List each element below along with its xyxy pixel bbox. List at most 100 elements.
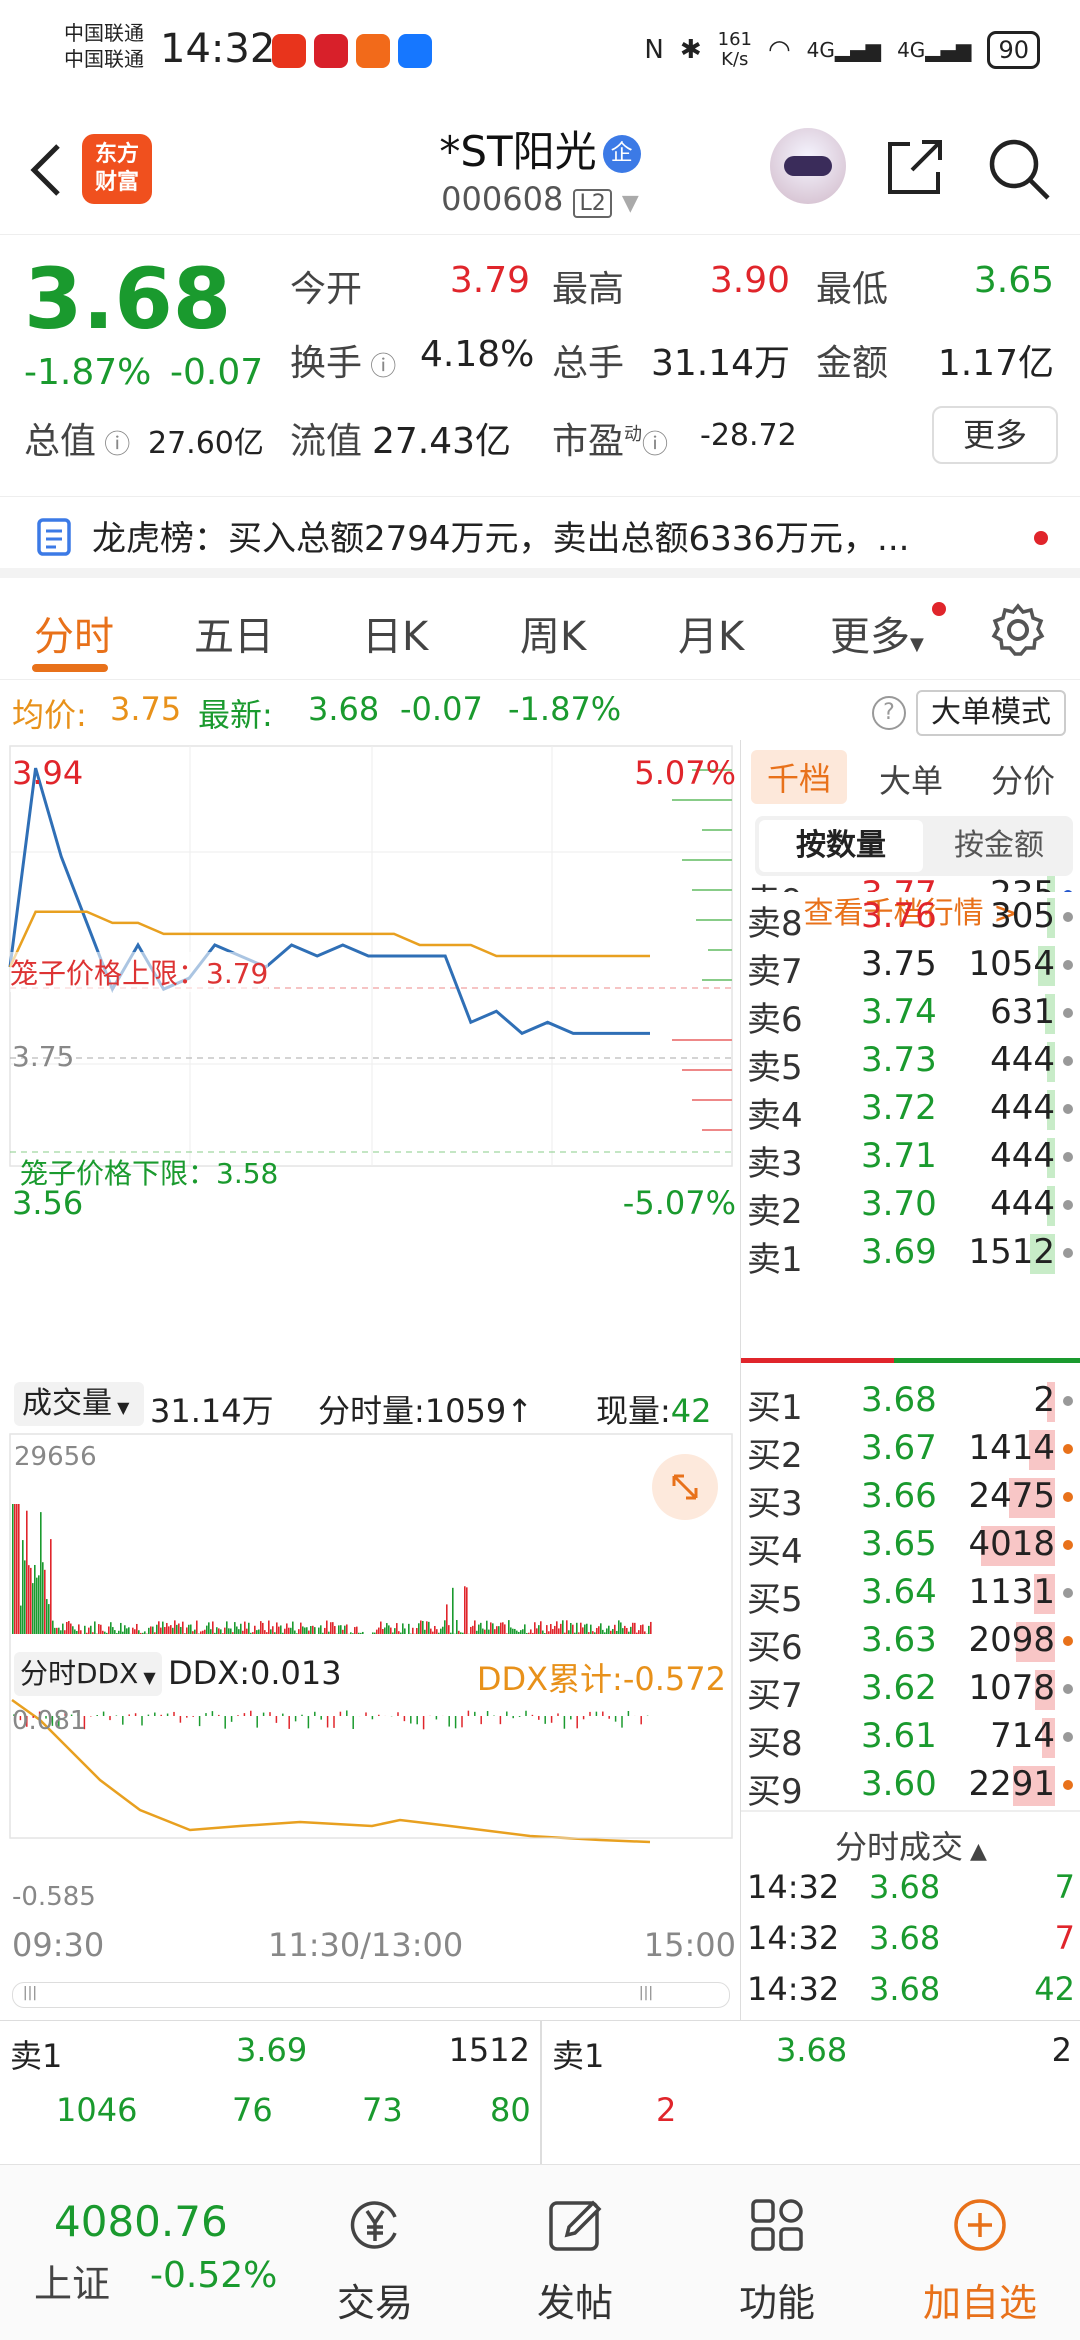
dragon-tiger-banner[interactable]: 龙虎榜：买入总额2794万元，卖出总额6336万元，... xyxy=(0,496,1080,578)
volume-bar xyxy=(18,1504,20,1634)
volume-bar xyxy=(544,1633,546,1634)
strip-left-label: 卖1 xyxy=(10,2037,63,2075)
volume-bar xyxy=(378,1627,380,1634)
mktcap-label[interactable]: 总值 ⓘ xyxy=(24,412,130,464)
volume-bar xyxy=(374,1632,376,1634)
volume-bar xyxy=(404,1628,406,1634)
ask-row[interactable]: 卖5 3.73 444 xyxy=(741,1036,1080,1088)
index-value: 4080.76 xyxy=(54,2197,228,2246)
range-handle-left[interactable]: ||| xyxy=(17,1985,43,2005)
bid-row[interactable]: 买4 3.65 4018 xyxy=(741,1520,1080,1572)
bid-row[interactable]: 买7 3.62 1078 xyxy=(741,1664,1080,1716)
by-amount-button[interactable]: 按金额 xyxy=(925,820,1073,872)
share-button[interactable] xyxy=(882,134,948,200)
volume-bar xyxy=(608,1625,610,1634)
signal-1: 4G▂▄▆ xyxy=(806,38,882,62)
volume-bar xyxy=(292,1621,294,1634)
volume-bar xyxy=(78,1624,80,1634)
bid-row[interactable]: 买2 3.67 1414 xyxy=(741,1424,1080,1476)
volume-bar xyxy=(178,1623,180,1634)
nav-post[interactable]: 发帖 xyxy=(510,2165,640,2340)
by-quantity-button[interactable]: 按数量 xyxy=(759,820,923,872)
tab-intraday[interactable]: 分时 xyxy=(34,604,114,662)
volume-bar xyxy=(240,1623,242,1634)
ask-row[interactable]: 卖8 3.76 305 xyxy=(741,892,1080,944)
bid-row[interactable]: 买1 3.68 2 xyxy=(741,1376,1080,1428)
volume-bar xyxy=(518,1631,520,1634)
volume-bar xyxy=(42,1562,44,1634)
volume-bar xyxy=(334,1626,336,1634)
volume-bar xyxy=(284,1628,286,1634)
ask-row[interactable]: 卖7 3.75 1054 xyxy=(741,940,1080,992)
tab-weekly-k[interactable]: 周K xyxy=(520,604,586,662)
help-icon[interactable]: ? xyxy=(872,696,906,730)
level-qty: 444 xyxy=(990,1040,1055,1081)
volume-bar xyxy=(386,1623,388,1634)
index-ticker[interactable]: 4080.76 上证 -0.52% xyxy=(0,2165,300,2340)
tab-daily-k[interactable]: 日K xyxy=(362,604,428,662)
volume-bar xyxy=(122,1631,124,1634)
volume-bar xyxy=(326,1620,328,1634)
ask-row[interactable]: 卖6 3.74 631 xyxy=(741,988,1080,1040)
strip-order: 80 xyxy=(490,2091,531,2129)
level-qty: 2 xyxy=(1033,1380,1055,1420)
bid-row[interactable]: 买8 3.61 714 xyxy=(741,1712,1080,1764)
tab-thousand-level[interactable]: 千档 xyxy=(751,750,848,804)
volume-bar xyxy=(46,1599,48,1634)
intraday-chart[interactable]: 3.94 5.07% 笼子价格上限：3.79 3.75 笼子价格下限：3.58 … xyxy=(0,740,740,2020)
pe-label[interactable]: 市盈动ⓘ xyxy=(552,412,668,464)
volume-bar xyxy=(116,1633,118,1634)
volume-bar xyxy=(464,1586,466,1634)
tab-price-distribution[interactable]: 分价 xyxy=(991,756,1055,802)
ask-row[interactable]: 卖4 3.72 444 xyxy=(741,1084,1080,1136)
strip-order: 73 xyxy=(362,2091,403,2129)
volume-bar xyxy=(482,1628,484,1634)
ask-row[interactable]: 卖9 3.77 235 xyxy=(741,870,1080,892)
bid-row[interactable]: 买3 3.66 2475 xyxy=(741,1472,1080,1524)
level-dot xyxy=(1063,1396,1073,1406)
ticks-title[interactable]: 分时成交 ▲ xyxy=(741,1822,1080,1868)
nav-trade[interactable]: 交易 xyxy=(310,2165,440,2340)
ddx-selector[interactable]: 分时DDX ▼ xyxy=(14,1652,162,1696)
volume-bar xyxy=(448,1625,450,1634)
big-order-mode-button[interactable]: 大单模式 xyxy=(916,690,1066,736)
volume-bar xyxy=(296,1633,298,1634)
volume-bar xyxy=(628,1631,630,1634)
tick-volume: 42 xyxy=(1034,1970,1075,2008)
nav-add-watchlist[interactable]: 加自选 xyxy=(900,2165,1060,2340)
tab-big-order[interactable]: 大单 xyxy=(879,756,943,802)
ask-row[interactable]: 卖3 3.71 444 xyxy=(741,1132,1080,1184)
status-bar: 中国联通 中国联通 14:32 N ✱ 161 K/s ◠ 4G▂▄▆ 4G▂▄▆… xyxy=(0,0,1080,100)
turnover-label[interactable]: 换手 ⓘ xyxy=(290,334,396,386)
tab-5day[interactable]: 五日 xyxy=(194,604,274,662)
volume-bar xyxy=(142,1632,144,1634)
range-slider[interactable]: ||| ||| xyxy=(12,1982,730,2008)
volume-selector[interactable]: 成交量 ▼ xyxy=(14,1382,144,1426)
volume-bar xyxy=(574,1632,576,1634)
range-handle-right[interactable]: ||| xyxy=(633,1985,659,2005)
volume-bar xyxy=(344,1625,346,1634)
more-button[interactable]: 更多 xyxy=(932,406,1058,464)
search-button[interactable] xyxy=(984,134,1054,204)
index-name: 上证 xyxy=(34,2262,111,2306)
bid-row[interactable]: 买6 3.63 2098 xyxy=(741,1616,1080,1668)
ask-row[interactable]: 卖1 3.69 1512 xyxy=(741,1228,1080,1280)
nav-functions[interactable]: 功能 xyxy=(712,2165,842,2340)
strip-right-price: 3.68 xyxy=(776,2031,848,2069)
settings-gear-icon[interactable] xyxy=(990,602,1046,658)
bid-row[interactable]: 买9 3.60 2291 xyxy=(741,1760,1080,1812)
assistant-avatar[interactable] xyxy=(770,128,846,204)
volume-bar xyxy=(568,1630,570,1634)
volume-bar xyxy=(302,1626,304,1634)
tab-more[interactable]: 更多▼ xyxy=(830,604,924,662)
bid-row[interactable]: 买5 3.64 1131 xyxy=(741,1568,1080,1620)
level-dot xyxy=(1063,1200,1073,1211)
open-value: 3.79 xyxy=(449,260,530,301)
tab-monthly-k[interactable]: 月K xyxy=(678,604,744,662)
expand-button[interactable] xyxy=(652,1454,718,1520)
volume-bar xyxy=(630,1626,632,1634)
ddx-value: DDX:0.013 xyxy=(168,1654,342,1692)
nav-functions-label: 功能 xyxy=(738,2281,815,2325)
ask-row[interactable]: 卖2 3.70 444 xyxy=(741,1180,1080,1232)
level-price: 3.63 xyxy=(861,1620,937,1660)
